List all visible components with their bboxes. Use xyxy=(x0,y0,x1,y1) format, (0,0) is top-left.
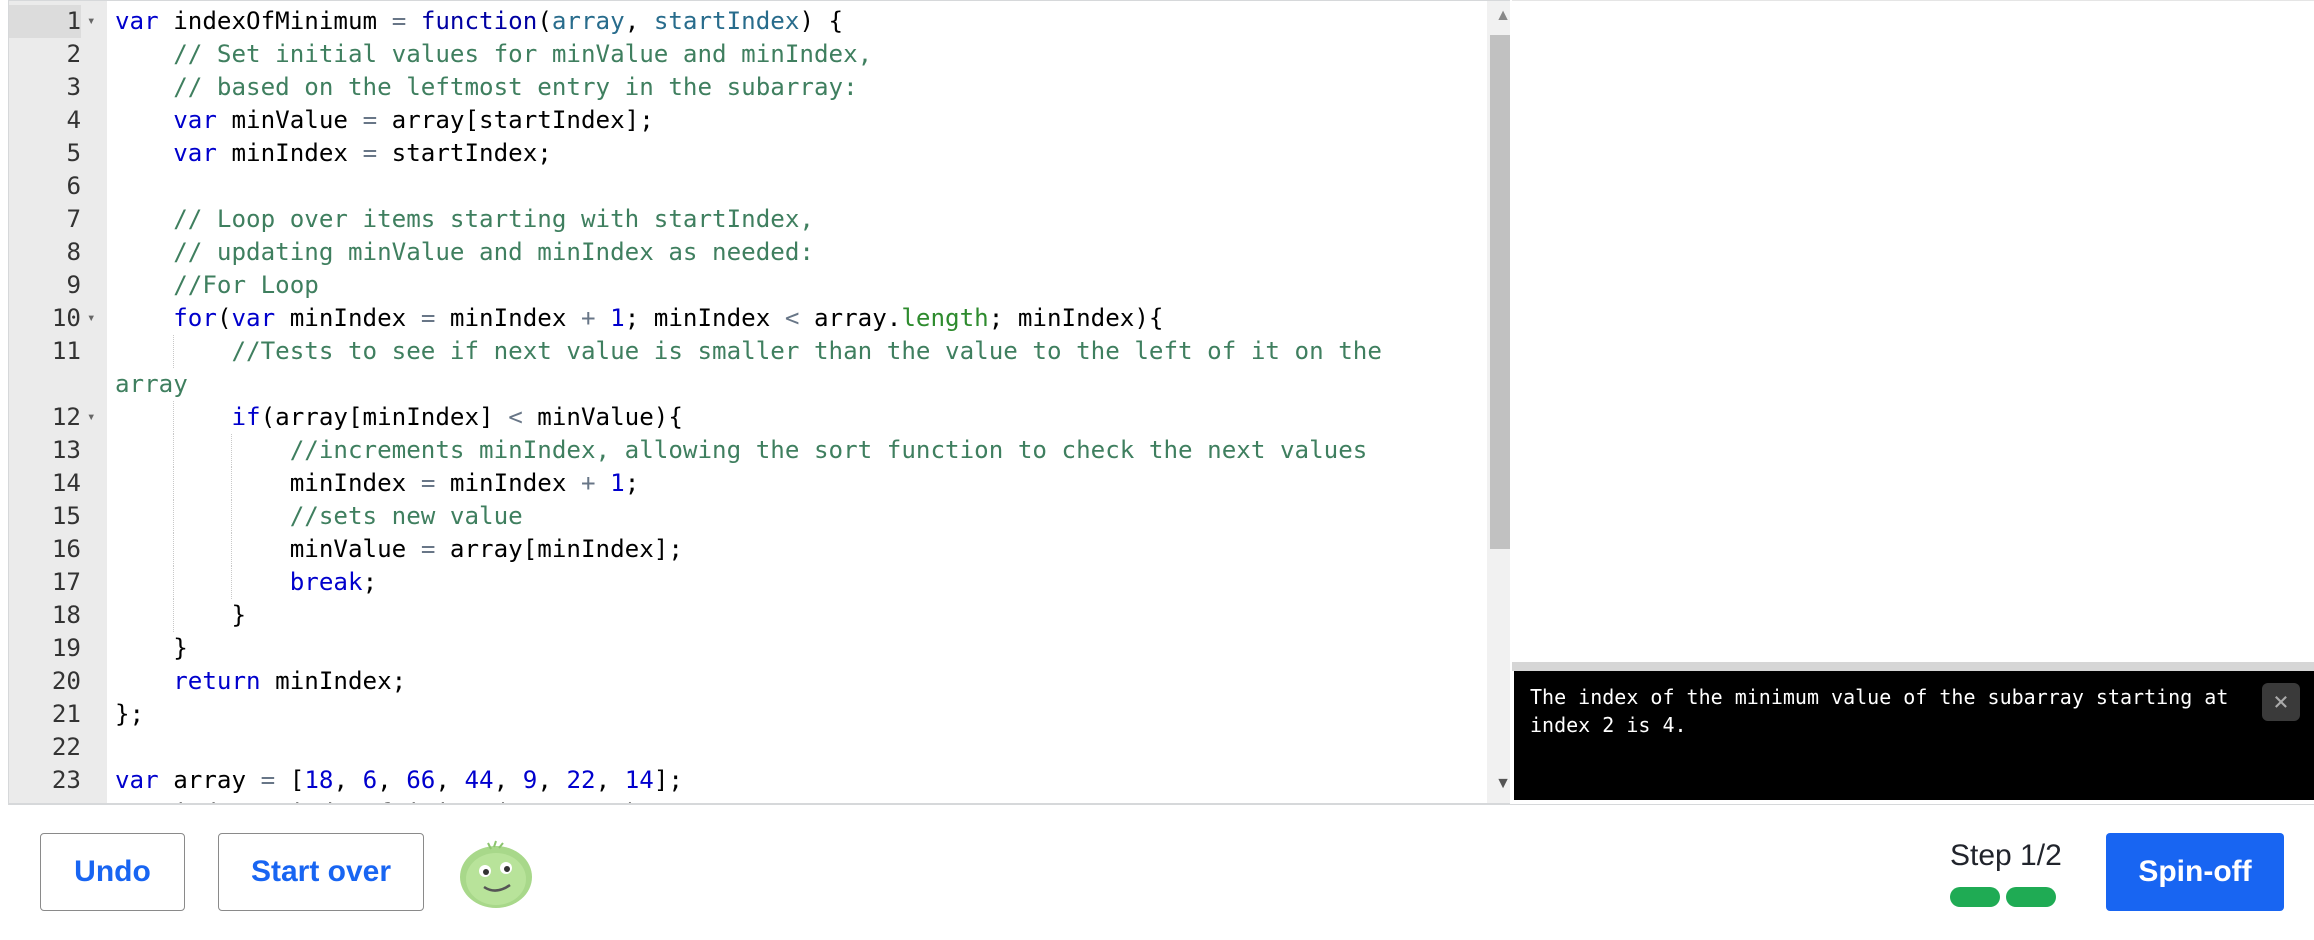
code-line[interactable]: 6 xyxy=(9,170,1510,203)
step-indicator: Step 1/2 xyxy=(1950,839,2062,872)
line-number: 8 xyxy=(66,238,81,266)
fold-arrow-icon[interactable]: ▾ xyxy=(87,5,99,38)
console-panel: The index of the minimum value of the su… xyxy=(1514,671,2314,800)
code-line[interactable]: 9 //For Loop xyxy=(9,269,1510,302)
code-line[interactable]: 23 var array = [18, 6, 66, 44, 9, 22, 14]… xyxy=(9,764,1510,797)
code-line[interactable]: 11 //Tests to see if next value is small… xyxy=(9,335,1510,368)
code-text[interactable]: //Tests to see if next value is smaller … xyxy=(115,335,1382,368)
line-number: 12 xyxy=(51,403,81,431)
code-text[interactable]: // updating minValue and minIndex as nee… xyxy=(115,236,814,269)
fold-arrow-icon[interactable]: ▾ xyxy=(87,302,99,335)
code-line[interactable]: 7 // Loop over items starting with start… xyxy=(9,203,1510,236)
line-number: 22 xyxy=(51,733,81,761)
line-number: 20 xyxy=(51,667,81,695)
code-text[interactable]: return minIndex; xyxy=(115,665,406,698)
code-text[interactable]: minIndex = minIndex + 1; xyxy=(115,467,640,500)
fold-arrow-icon[interactable]: ▾ xyxy=(87,401,99,434)
code-line[interactable]: 20 return minIndex; xyxy=(9,665,1510,698)
code-line[interactable]: 24 var index = indexOfMinimum(array, 2); xyxy=(9,797,1510,803)
line-number: 6 xyxy=(66,172,81,200)
line-number: 23 xyxy=(51,766,81,794)
code-text[interactable]: var minValue = array[startIndex]; xyxy=(115,104,654,137)
code-text[interactable]: // based on the leftmost entry in the su… xyxy=(115,71,857,104)
step-progress-segment xyxy=(1950,887,2000,907)
hopper-avatar-icon xyxy=(460,840,532,908)
code-text[interactable]: var index = indexOfMinimum(array, 2); xyxy=(115,797,654,803)
line-number: 9 xyxy=(66,271,81,299)
code-line[interactable]: 3 // based on the leftmost entry in the … xyxy=(9,71,1510,104)
line-number: 16 xyxy=(51,535,81,563)
editor-scrollbar[interactable]: ▲ ▼ xyxy=(1487,1,1510,803)
code-text[interactable]: }; xyxy=(115,698,144,731)
line-number: 5 xyxy=(66,139,81,167)
line-number: 7 xyxy=(66,205,81,233)
code-line[interactable]: 19 } xyxy=(9,632,1510,665)
code-content[interactable]: 1 ▾ var indexOfMinimum = function(array, s… xyxy=(9,5,1510,803)
code-text[interactable]: // Loop over items starting with startIn… xyxy=(115,203,814,236)
code-text[interactable]: if(array[minIndex] < minValue){ xyxy=(115,401,683,434)
code-line[interactable]: 10 ▾ for(var minIndex = minIndex + 1; min… xyxy=(9,302,1510,335)
line-number: 18 xyxy=(51,601,81,629)
line-number: 21 xyxy=(51,700,81,728)
line-number: 3 xyxy=(66,73,81,101)
scrollbar-thumb[interactable] xyxy=(1490,35,1510,549)
undo-button[interactable]: Undo xyxy=(40,833,185,911)
code-text[interactable]: var minIndex = startIndex; xyxy=(115,137,552,170)
code-line[interactable]: 2 // Set initial values for minValue and… xyxy=(9,38,1510,71)
code-line[interactable]: 18 } xyxy=(9,599,1510,632)
line-number: 17 xyxy=(51,568,81,596)
code-line[interactable]: 5 var minIndex = startIndex; xyxy=(9,137,1510,170)
code-text[interactable]: var indexOfMinimum = function(array, sta… xyxy=(115,5,843,38)
scroll-up-arrow-icon[interactable]: ▲ xyxy=(1487,7,1510,33)
code-line-wrap[interactable]: array xyxy=(9,368,1510,401)
code-line[interactable]: 8 // updating minValue and minIndex as n… xyxy=(9,236,1510,269)
code-line[interactable]: 14 minIndex = minIndex + 1; xyxy=(9,467,1510,500)
code-line[interactable]: 1 ▾ var indexOfMinimum = function(array, s… xyxy=(9,5,1510,38)
line-number: 13 xyxy=(51,436,81,464)
code-text[interactable]: } xyxy=(115,599,246,632)
code-line[interactable]: 17 break; xyxy=(9,566,1510,599)
line-number: 19 xyxy=(51,634,81,662)
line-number: 4 xyxy=(66,106,81,134)
scroll-down-arrow-icon[interactable]: ▼ xyxy=(1487,775,1510,801)
code-line[interactable]: 13 //increments minIndex, allowing the s… xyxy=(9,434,1510,467)
code-text[interactable]: break; xyxy=(115,566,377,599)
bottom-toolbar: Undo Start over Step 1/2 Spin-off xyxy=(8,804,2314,940)
line-number: 11 xyxy=(51,337,81,365)
line-number: 14 xyxy=(51,469,81,497)
code-text[interactable]: var array = [18, 6, 66, 44, 9, 22, 14]; xyxy=(115,764,683,797)
line-number: 10 xyxy=(51,304,81,332)
code-text[interactable]: // Set initial values for minValue and m… xyxy=(115,38,872,71)
code-line[interactable]: 22 xyxy=(9,731,1510,764)
code-text[interactable]: //sets new value xyxy=(115,500,523,533)
code-text[interactable]: } xyxy=(115,632,188,665)
code-line[interactable]: 4 var minValue = array[startIndex]; xyxy=(9,104,1510,137)
output-divider[interactable] xyxy=(1512,662,2314,671)
code-editor[interactable]: 1 ▾ var indexOfMinimum = function(array, s… xyxy=(8,0,1510,804)
code-text[interactable]: array xyxy=(115,368,188,401)
code-text[interactable]: for(var minIndex = minIndex + 1; minInde… xyxy=(115,302,1163,335)
code-line[interactable]: 16 minValue = array[minIndex]; xyxy=(9,533,1510,566)
line-number: 1 xyxy=(9,5,81,38)
code-line[interactable]: 21}; xyxy=(9,698,1510,731)
code-line[interactable]: 12 ▾ if(array[minIndex] < minValue){ xyxy=(9,401,1510,434)
code-text[interactable]: //For Loop xyxy=(115,269,319,302)
code-text[interactable]: minValue = array[minIndex]; xyxy=(115,533,683,566)
line-number: 2 xyxy=(66,40,81,68)
code-line[interactable]: 15 //sets new value xyxy=(9,500,1510,533)
spin-off-button[interactable]: Spin-off xyxy=(2106,833,2284,911)
close-icon[interactable]: × xyxy=(2262,683,2300,721)
console-message: The index of the minimum value of the su… xyxy=(1530,685,2241,737)
step-progress-bar xyxy=(1950,887,2056,907)
code-text[interactable]: //increments minIndex, allowing the sort… xyxy=(115,434,1368,467)
start-over-button[interactable]: Start over xyxy=(218,833,424,911)
line-number: 15 xyxy=(51,502,81,530)
line-number: 24 xyxy=(9,797,81,803)
step-progress-segment xyxy=(2006,887,2056,907)
